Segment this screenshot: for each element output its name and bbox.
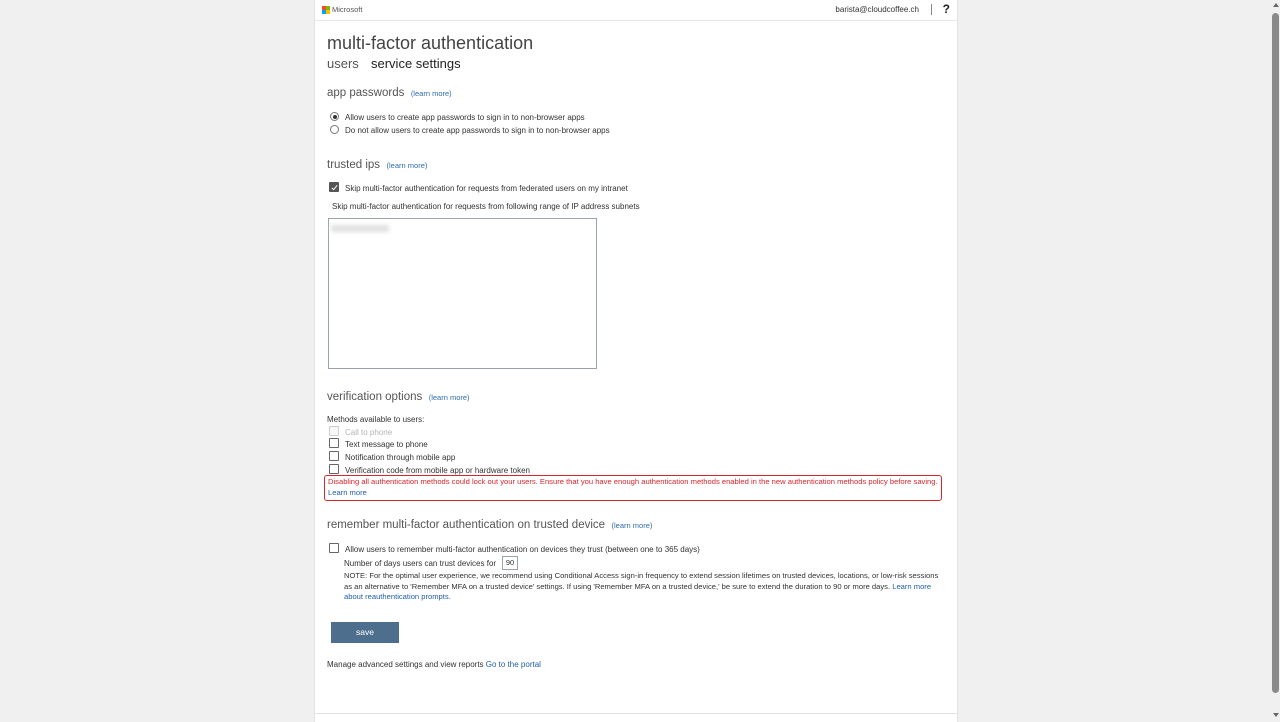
blurred-ip-text [331, 225, 389, 232]
trust-days-input[interactable]: 90 [502, 556, 518, 570]
mfa-page: Microsoft barista@cloudcoffee.ch ? multi… [314, 0, 958, 722]
footer-text: Manage advanced settings and view report… [327, 660, 484, 669]
app-passwords-section: app passwords (learn more) [327, 83, 452, 101]
trusted-ips-section: trusted ips (learn more) [327, 155, 427, 173]
allow-app-passwords-label: Allow users to create app passwords to s… [345, 113, 585, 122]
warning-text: Disabling all authentication methods cou… [328, 477, 938, 486]
note-text: NOTE: For the optimal user experience, w… [344, 571, 939, 591]
go-to-portal-link[interactable]: Go to the portal [486, 660, 541, 669]
bottom-divider [315, 713, 957, 714]
remember-mfa-section: remember multi-factor authentication on … [327, 515, 652, 533]
verification-options-section: verification options (learn more) [327, 387, 470, 405]
user-email[interactable]: barista@cloudcoffee.ch [835, 5, 919, 14]
help-icon[interactable]: ? [943, 2, 950, 16]
tab-service-settings[interactable]: service settings [371, 56, 461, 71]
app-passwords-heading: app passwords [327, 87, 405, 99]
skip-federated-checkbox[interactable] [329, 182, 339, 192]
scroll-thumb[interactable] [1272, 13, 1279, 693]
save-button[interactable]: save [331, 622, 399, 643]
disallow-app-passwords-radio[interactable] [330, 125, 339, 134]
trusted-ips-learn-more-link[interactable]: (learn more) [387, 161, 428, 170]
remember-mfa-note: NOTE: For the optimal user experience, w… [344, 571, 942, 603]
verification-code-label: Verification code from mobile app or har… [345, 466, 530, 475]
remember-mfa-label: Allow users to remember multi-factor aut… [345, 545, 700, 554]
mobile-app-notification-label: Notification through mobile app [345, 453, 456, 462]
microsoft-logo-icon [322, 6, 330, 14]
scroll-down-icon[interactable] [1273, 713, 1279, 717]
text-message-checkbox[interactable] [329, 438, 339, 448]
brand-name: Microsoft [332, 5, 363, 14]
warning-learn-more-link[interactable]: Learn more [328, 488, 367, 497]
verification-learn-more-link[interactable]: (learn more) [429, 393, 470, 402]
remember-mfa-checkbox[interactable] [329, 543, 339, 553]
mobile-app-notification-checkbox[interactable] [329, 451, 339, 461]
remember-mfa-learn-more-link[interactable]: (learn more) [612, 521, 653, 530]
methods-label: Methods available to users: [327, 415, 425, 424]
trust-days-label: Number of days users can trust devices f… [344, 559, 497, 568]
scroll-up-icon[interactable] [1273, 3, 1279, 7]
remember-mfa-heading: remember multi-factor authentication on … [327, 519, 606, 531]
header-divider [931, 4, 932, 15]
verification-options-heading: verification options [327, 391, 423, 403]
disallow-app-passwords-label: Do not allow users to create app passwor… [345, 126, 610, 135]
skip-federated-label: Skip multi-factor authentication for req… [345, 184, 628, 193]
call-to-phone-checkbox[interactable] [329, 426, 339, 436]
ip-range-label: Skip multi-factor authentication for req… [332, 202, 640, 211]
page-title: multi-factor authentication [327, 33, 534, 53]
footer: Manage advanced settings and view report… [327, 660, 541, 669]
auth-methods-warning: Disabling all authentication methods cou… [324, 475, 942, 501]
allow-app-passwords-radio[interactable] [330, 112, 339, 121]
verification-code-checkbox[interactable] [329, 464, 339, 474]
ip-range-textarea[interactable] [328, 218, 597, 369]
tab-users[interactable]: users [327, 56, 359, 71]
call-to-phone-label: Call to phone [345, 428, 393, 437]
text-message-label: Text message to phone [345, 440, 428, 449]
app-passwords-learn-more-link[interactable]: (learn more) [411, 89, 452, 98]
vertical-scrollbar[interactable] [1271, 0, 1280, 722]
top-bar: Microsoft barista@cloudcoffee.ch ? [315, 0, 957, 21]
trusted-ips-heading: trusted ips [327, 159, 381, 171]
